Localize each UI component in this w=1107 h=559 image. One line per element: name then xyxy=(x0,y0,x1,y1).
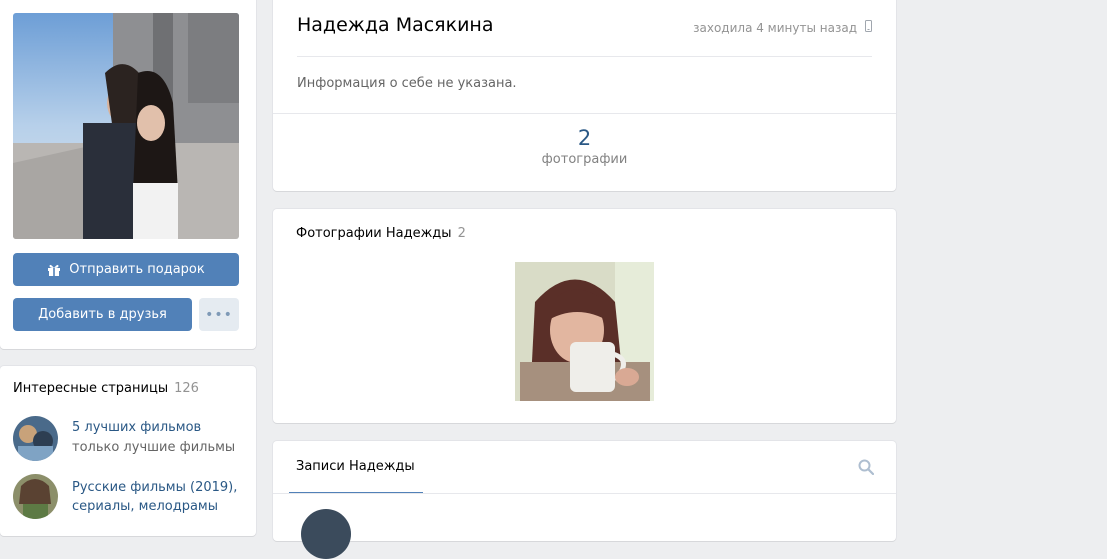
photos-count: 2 xyxy=(457,226,466,241)
group-name[interactable]: Русские фильмы (2019), сериалы, мелодрам… xyxy=(72,478,252,516)
photos-counter-label: фотографии xyxy=(541,152,628,167)
post-author-avatar[interactable] xyxy=(301,509,351,559)
phone-icon xyxy=(865,20,872,35)
more-actions-button[interactable]: ••• xyxy=(199,298,239,331)
profile-avatar[interactable] xyxy=(13,13,239,239)
wall-tab-label: Записи Надежды xyxy=(296,459,415,474)
profile-info-card: Надежда Масякина заходила 4 минуты назад… xyxy=(273,0,896,191)
interesting-pages-header[interactable]: Интересные страницы 126 xyxy=(13,381,199,396)
add-friend-button[interactable]: Добавить в друзья xyxy=(13,298,192,331)
group-avatar[interactable] xyxy=(13,474,58,519)
send-gift-button[interactable]: Отправить подарок xyxy=(13,253,239,286)
photos-title: Фотографии Надежды xyxy=(296,226,452,241)
photo-thumbnail[interactable] xyxy=(515,262,654,401)
search-icon[interactable] xyxy=(858,459,875,479)
divider xyxy=(273,113,896,114)
last-seen-text: заходила 4 минуты назад xyxy=(693,20,857,35)
wall-card: Записи Надежды xyxy=(273,441,896,559)
divider xyxy=(273,493,896,494)
group-avatar[interactable] xyxy=(13,416,58,461)
avatar-card: Отправить подарок Добавить в друзья ••• xyxy=(0,0,256,349)
photos-counter[interactable]: 2 фотографии xyxy=(273,126,896,167)
profile-name: Надежда Масякина xyxy=(297,14,494,36)
interesting-pages-card: Интересные страницы 126 5 лучших фильмов … xyxy=(0,366,256,536)
interesting-pages-count: 126 xyxy=(174,381,199,396)
photos-counter-number: 2 xyxy=(577,126,592,150)
group-subtitle: только лучшие фильмы xyxy=(72,440,236,455)
add-friend-label: Добавить в друзья xyxy=(38,307,167,322)
send-gift-label: Отправить подарок xyxy=(69,262,205,277)
last-seen-status: заходила 4 минуты назад xyxy=(693,20,872,35)
more-icon: ••• xyxy=(205,306,233,323)
photos-header[interactable]: Фотографии Надежды 2 xyxy=(296,226,466,241)
photos-card: Фотографии Надежды 2 xyxy=(273,209,896,423)
gift-icon xyxy=(47,263,61,277)
list-item[interactable]: 5 лучших фильмов только лучшие фильмы xyxy=(13,416,253,466)
about-text: Информация о себе не указана. xyxy=(297,76,517,91)
interesting-pages-title: Интересные страницы xyxy=(13,381,169,396)
list-item[interactable]: Русские фильмы (2019), сериалы, мелодрам… xyxy=(13,474,253,524)
group-name[interactable]: 5 лучших фильмов xyxy=(72,420,201,435)
tab-wall-posts[interactable]: Записи Надежды xyxy=(289,441,423,494)
divider xyxy=(297,56,872,57)
